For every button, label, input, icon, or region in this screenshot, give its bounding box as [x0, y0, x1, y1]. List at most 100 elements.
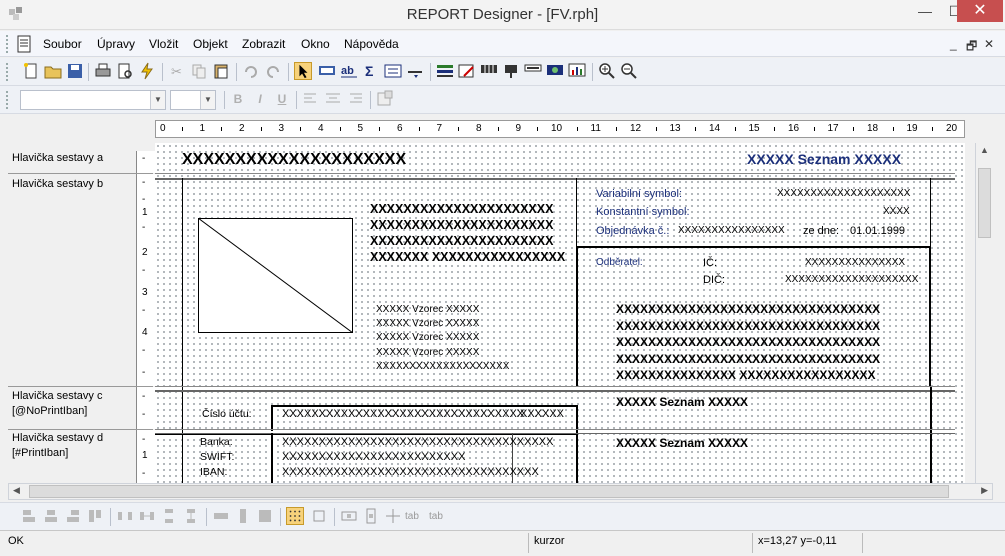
variabilni-symbol-label[interactable]: Variabilní symbol:: [596, 188, 682, 200]
underline-button[interactable]: U: [274, 92, 290, 106]
edit-band-icon[interactable]: [458, 62, 476, 80]
odberatel-label[interactable]: Odběratel:: [596, 257, 643, 268]
arrange-icon[interactable]: [384, 507, 402, 525]
ic-field[interactable]: XXXXXXXXXXXXXXX: [805, 257, 905, 268]
bold-button[interactable]: B: [230, 92, 246, 106]
iban-field[interactable]: XXXXXXXXXXXXXXXXXXXXXXXXXXXXXXXXXXX: [282, 466, 539, 478]
align-top-icon[interactable]: [86, 507, 104, 525]
center-vertical-icon[interactable]: [362, 507, 380, 525]
variabilni-symbol-field[interactable]: XXXXXXXXXXXXXXXXXXXX: [777, 188, 910, 199]
zoom-in-icon[interactable]: [598, 62, 616, 80]
band-d-seznam-field[interactable]: XXXXX Seznam XXXXX: [616, 436, 748, 450]
space-vertical-icon[interactable]: [160, 507, 178, 525]
horizontal-scroll-thumb[interactable]: [29, 485, 949, 498]
properties-icon[interactable]: [376, 90, 394, 108]
group-icon[interactable]: [524, 62, 542, 80]
band-label-b[interactable]: Hlavička sestavy b: [12, 177, 103, 192]
same-width-icon[interactable]: [212, 507, 230, 525]
copy-icon[interactable]: [190, 62, 208, 80]
marker-icon[interactable]: [502, 62, 520, 80]
konstantni-symbol-label[interactable]: Konstantní symbol:: [596, 206, 690, 218]
ic-label[interactable]: IČ:: [703, 257, 717, 269]
mdi-restore-button[interactable]: 🗗: [966, 37, 977, 58]
redo-icon[interactable]: [264, 62, 282, 80]
ze-dne-field[interactable]: 01.01.1999: [850, 225, 905, 237]
scroll-left-icon[interactable]: ◀: [13, 485, 20, 496]
logo-placeholder[interactable]: [198, 218, 353, 333]
text-field-icon[interactable]: [318, 62, 336, 80]
dic-field[interactable]: XXXXXXXXXXXXXXXXXXXX: [785, 274, 918, 285]
band-label-a[interactable]: Hlavička sestavy a: [12, 151, 103, 166]
open-folder-icon[interactable]: [44, 62, 62, 80]
iban-label[interactable]: IBAN:: [200, 466, 227, 478]
formula-block[interactable]: XXXXX Vzorec XXXXX XXXXX Vzorec XXXXX XX…: [376, 303, 509, 374]
paste-icon[interactable]: [212, 62, 230, 80]
italic-button[interactable]: I: [252, 92, 268, 106]
font-name-select[interactable]: ▼: [20, 90, 166, 110]
print-icon[interactable]: [94, 62, 112, 80]
band-c-seznam-field[interactable]: XXXXX Seznam XXXXX: [616, 395, 748, 409]
font-size-select[interactable]: ▼: [170, 90, 216, 110]
align-left-icon[interactable]: [302, 90, 320, 108]
swift-field[interactable]: XXXXXXXXXXXXXXXXXXXXXXXXX: [282, 451, 465, 463]
customer-block[interactable]: XXXXXXXXXXXXXXXXXXXXXXXXXXXXXXXXX XXXXXX…: [616, 301, 880, 384]
chart-icon[interactable]: [568, 62, 586, 80]
horizontal-scrollbar[interactable]: ◀ ▶: [8, 483, 993, 500]
konstantni-symbol-field[interactable]: XXXX: [883, 206, 910, 217]
menu-napoveda[interactable]: Nápověda: [344, 37, 399, 51]
pointer-icon[interactable]: [294, 62, 312, 80]
menu-objekt[interactable]: Objekt: [193, 37, 228, 51]
align-right-edges-icon[interactable]: [64, 507, 82, 525]
swift-label[interactable]: SWIFT:: [200, 451, 234, 463]
lightning-icon[interactable]: [138, 62, 156, 80]
objednavka-label[interactable]: Objednávka č.:: [596, 225, 669, 237]
vertical-scroll-thumb[interactable]: [978, 168, 991, 238]
cut-icon[interactable]: ✂: [168, 62, 186, 80]
ze-dne-label[interactable]: ze dne:: [803, 225, 839, 237]
label-ab-icon[interactable]: ab: [340, 62, 358, 80]
menu-zobrazit[interactable]: Zobrazit: [242, 37, 285, 51]
space-equal-icon[interactable]: [138, 507, 156, 525]
align-left-edges-icon[interactable]: [20, 507, 38, 525]
cislo-uctu-field[interactable]: XXXXXXXXXXXXXXXXXXXXXXXXXXXXXXXXX: [282, 408, 524, 420]
tab-order-reverse-icon[interactable]: tab: [428, 507, 450, 525]
vertical-scrollbar[interactable]: ▲: [975, 143, 993, 483]
cislo-uctu-label[interactable]: Číslo účtu:: [202, 408, 252, 420]
band-a-title-field[interactable]: XXXXXXXXXXXXXXXXXXXXX: [182, 151, 406, 169]
center-horizontal-icon[interactable]: [340, 507, 358, 525]
band-label-c[interactable]: Hlavička sestavy c [@NoPrintIban]: [12, 389, 102, 419]
band-icon[interactable]: [436, 62, 454, 80]
space-vertical-equal-icon[interactable]: [182, 507, 200, 525]
columns-icon[interactable]: [480, 62, 498, 80]
mdi-minimize-button[interactable]: _: [950, 37, 957, 51]
close-button[interactable]: ✕: [957, 0, 1003, 22]
scroll-right-icon[interactable]: ▶: [981, 485, 988, 496]
cislo-uctu-suffix-field[interactable]: XXXXXX: [520, 408, 564, 420]
snap-to-grid-icon[interactable]: [286, 507, 304, 525]
minimize-button[interactable]: —: [910, 0, 940, 22]
mdi-close-button[interactable]: ✕: [984, 37, 994, 51]
new-icon[interactable]: [22, 62, 40, 80]
same-size-icon[interactable]: [256, 507, 274, 525]
objednavka-field[interactable]: XXXXXXXXXXXXXXXX: [678, 225, 785, 236]
dic-label[interactable]: DIČ:: [703, 274, 725, 286]
scroll-up-icon[interactable]: ▲: [980, 145, 989, 155]
print-preview-icon[interactable]: [116, 62, 134, 80]
zoom-out-icon[interactable]: [620, 62, 638, 80]
menu-okno[interactable]: Okno: [301, 37, 330, 51]
report-canvas[interactable]: XXXXXXXXXXXXXXXXXXXXX XXXXX Seznam XXXXX…: [155, 143, 965, 483]
band-label-d[interactable]: Hlavička sestavy d [#PrintIban]: [12, 431, 103, 461]
menu-upravy[interactable]: Úpravy: [97, 37, 135, 51]
address-block[interactable]: XXXXXXXXXXXXXXXXXXXXXX XXXXXXXXXXXXXXXXX…: [370, 201, 565, 265]
bounding-box-icon[interactable]: [310, 507, 328, 525]
image-icon[interactable]: [546, 62, 564, 80]
line-icon[interactable]: [406, 62, 424, 80]
align-center-icon[interactable]: [324, 90, 342, 108]
space-horizontal-icon[interactable]: [116, 507, 134, 525]
align-centers-icon[interactable]: [42, 507, 60, 525]
banka-label[interactable]: Banka:: [200, 436, 233, 448]
sum-icon[interactable]: Σ: [362, 62, 380, 80]
tab-order-icon[interactable]: tab: [404, 507, 426, 525]
align-right-icon[interactable]: [346, 90, 364, 108]
formula-icon[interactable]: [384, 62, 402, 80]
